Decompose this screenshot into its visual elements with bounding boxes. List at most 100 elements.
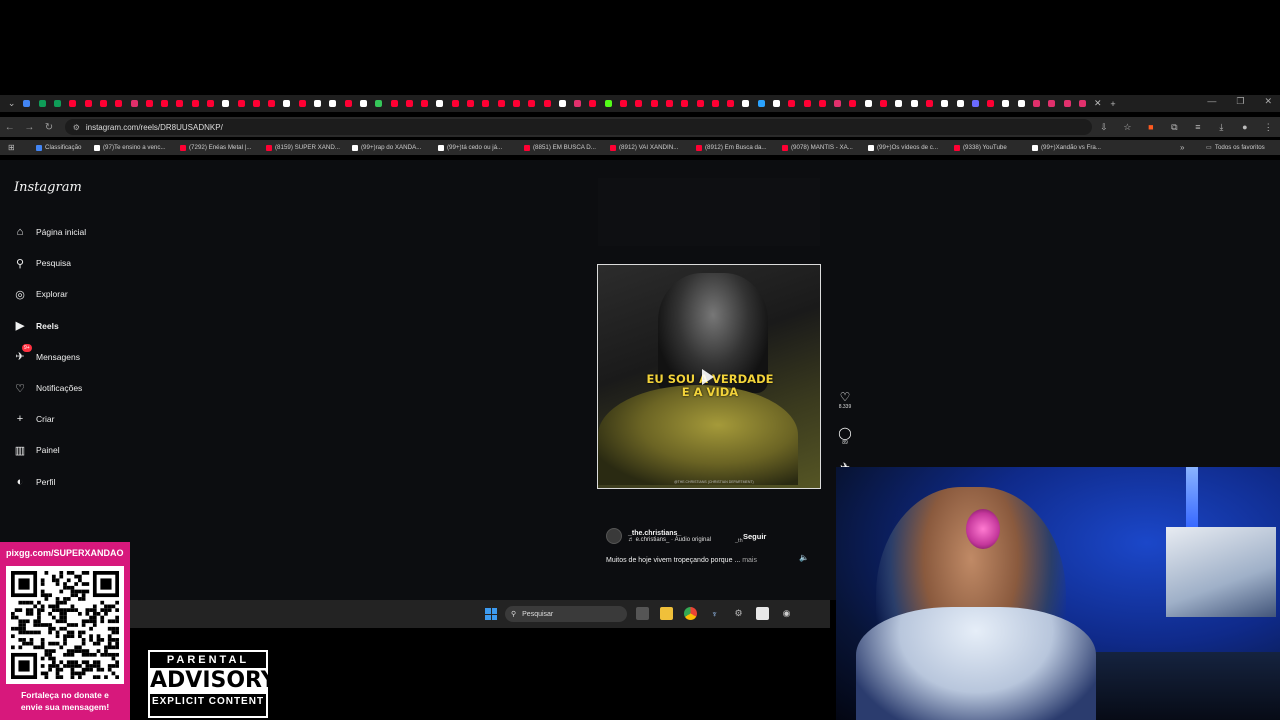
browser-tab[interactable]	[723, 96, 738, 111]
browser-tab[interactable]	[769, 96, 784, 111]
steam-icon[interactable]: ♆	[708, 607, 721, 620]
bookmark-star-icon[interactable]: ☆	[1116, 122, 1139, 133]
follow-button[interactable]: Seguir	[743, 532, 766, 541]
sidebar-item-messenger[interactable]: ✈ 9+ Mensagens	[13, 343, 80, 364]
profile-avatar-icon[interactable]: ●	[1233, 122, 1256, 132]
browser-tab[interactable]	[371, 96, 386, 111]
browser-tab[interactable]	[509, 96, 524, 111]
play-icon[interactable]	[702, 369, 714, 385]
chrome-icon[interactable]	[684, 607, 697, 620]
browser-tab[interactable]	[1029, 96, 1044, 111]
browser-tab[interactable]	[463, 96, 478, 111]
taskbar-search[interactable]: ⚲ Pesquisar	[505, 606, 627, 622]
downloads-icon[interactable]: ⤓	[1210, 122, 1233, 133]
browser-tab[interactable]	[111, 96, 126, 111]
like-action[interactable]: ♡ 8.339	[836, 391, 854, 411]
close-tab-icon[interactable]: ✕	[1090, 96, 1105, 111]
browser-tab[interactable]	[861, 96, 876, 111]
sidebar-item-plus[interactable]: + Criar	[13, 412, 55, 426]
browser-tab[interactable]	[249, 96, 264, 111]
browser-tab[interactable]	[325, 96, 340, 111]
obs-icon[interactable]: ◉	[780, 607, 793, 620]
more-link[interactable]: mais	[742, 557, 757, 564]
install-icon[interactable]: ⇩	[1092, 122, 1115, 133]
browser-tab[interactable]	[784, 96, 799, 111]
browser-tab[interactable]	[126, 96, 141, 111]
browser-tab[interactable]	[616, 96, 631, 111]
browser-tab[interactable]	[448, 96, 463, 111]
browser-tab[interactable]	[631, 96, 646, 111]
browser-tab[interactable]	[662, 96, 677, 111]
browser-tab[interactable]	[203, 96, 218, 111]
bookmark-item[interactable]: Classificação	[36, 144, 94, 151]
browser-tab[interactable]	[891, 96, 906, 111]
browser-tab[interactable]	[341, 96, 356, 111]
extension-icon[interactable]: ■	[1139, 122, 1162, 132]
browser-tab[interactable]	[80, 96, 95, 111]
browser-tab[interactable]	[494, 96, 509, 111]
browser-tab[interactable]	[983, 96, 998, 111]
sidebar-item-avatar[interactable]: ◐ Perfil	[13, 475, 56, 489]
browser-tab[interactable]	[233, 96, 248, 111]
browser-tab[interactable]	[478, 96, 493, 111]
browser-tab[interactable]	[799, 96, 814, 111]
browser-tab[interactable]	[1014, 96, 1029, 111]
bookmark-item[interactable]: (7292) Enéas Metal |...	[180, 144, 266, 151]
heart-icon[interactable]: ♡	[836, 391, 854, 404]
all-favorites[interactable]: ▭ Todos os favoritos	[1206, 144, 1265, 151]
browser-tab[interactable]	[907, 96, 922, 111]
browser-tab[interactable]	[188, 96, 203, 111]
reel-video[interactable]: EU SOU A VERDADE E A VIDA @THE.CHRISTIAN…	[597, 264, 821, 489]
bookmark-item[interactable]: (97)Te ensino a venc...	[94, 144, 180, 151]
browser-tab[interactable]	[570, 96, 585, 111]
sidebar-item-search[interactable]: ⚲ Pesquisa	[13, 256, 71, 270]
browser-tab[interactable]	[585, 96, 600, 111]
address-bar[interactable]: ⚙ instagram.com/reels/DR8UUSADNKP/	[64, 119, 1093, 135]
instagram-logo[interactable]: Instagram	[14, 180, 82, 195]
browser-tab[interactable]	[432, 96, 447, 111]
sidebar-item-home[interactable]: ⌂ Página inicial	[13, 225, 86, 239]
browser-tab[interactable]	[19, 96, 34, 111]
browser-tab[interactable]	[845, 96, 860, 111]
author-name[interactable]: _the.christians_	[628, 530, 711, 537]
back-icon[interactable]: ←	[0, 122, 20, 133]
sidebar-item-reels[interactable]: ▶ Reels	[13, 319, 59, 333]
browser-tab[interactable]	[646, 96, 661, 111]
browser-tab[interactable]	[402, 96, 417, 111]
browser-tab[interactable]	[310, 96, 325, 111]
reload-icon[interactable]: ↻	[39, 122, 59, 133]
browser-tab[interactable]	[65, 96, 80, 111]
settings-icon[interactable]: ⚙	[732, 607, 745, 620]
browser-tab[interactable]	[356, 96, 371, 111]
bookmark-item[interactable]: (99+)rap do XANDÃ...	[352, 144, 438, 151]
browser-tab[interactable]	[524, 96, 539, 111]
bookmark-item[interactable]: (99+)Os vídeos de c...	[868, 144, 954, 151]
tab-list-chevron-icon[interactable]: ⌄	[4, 96, 19, 111]
browser-tab[interactable]	[1044, 96, 1059, 111]
apps-icon[interactable]: ⊞	[8, 143, 36, 152]
browser-tab[interactable]	[677, 96, 692, 111]
browser-tab[interactable]	[692, 96, 707, 111]
file-explorer-icon[interactable]	[660, 607, 673, 620]
browser-tab[interactable]	[295, 96, 310, 111]
browser-tab[interactable]	[386, 96, 401, 111]
browser-tab[interactable]	[96, 96, 111, 111]
browser-tab[interactable]	[279, 96, 294, 111]
browser-tab[interactable]	[1075, 96, 1090, 111]
browser-tab[interactable]	[264, 96, 279, 111]
browser-tab[interactable]	[968, 96, 983, 111]
bookmark-item[interactable]: (8159) SUPER XAND...	[266, 144, 352, 151]
browser-tab[interactable]	[555, 96, 570, 111]
forward-icon[interactable]: →	[20, 122, 40, 133]
browser-tab[interactable]	[922, 96, 937, 111]
bookmark-item[interactable]: (8912) Em Busca da...	[696, 144, 782, 151]
browser-tab[interactable]	[218, 96, 233, 111]
browser-tab[interactable]	[35, 96, 50, 111]
browser-tab[interactable]	[815, 96, 830, 111]
browser-tab[interactable]	[830, 96, 845, 111]
browser-tab[interactable]	[738, 96, 753, 111]
mute-icon[interactable]: 🔈	[799, 553, 809, 562]
browser-tab[interactable]	[708, 96, 723, 111]
browser-tab[interactable]	[876, 96, 891, 111]
bookmark-item[interactable]: (8851) EM BUSCA D...	[524, 144, 610, 151]
